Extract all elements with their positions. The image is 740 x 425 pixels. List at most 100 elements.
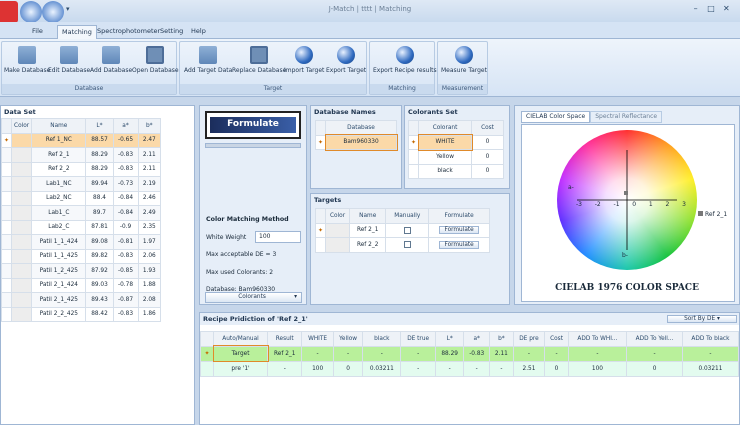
a-cell[interactable]: -0.81: [112, 234, 139, 250]
target-name[interactable]: Ref 2_2: [349, 237, 387, 253]
column-header[interactable]: Name: [349, 208, 387, 224]
recipe-cell[interactable]: -: [567, 345, 628, 362]
table-row[interactable]: black 0: [407, 163, 504, 179]
column-header[interactable]: b*: [489, 331, 514, 347]
column-header[interactable]: Result: [267, 331, 303, 347]
formulate-button[interactable]: Formulate: [439, 226, 479, 235]
recipe-cell[interactable]: 0.03211: [362, 360, 402, 377]
table-row[interactable]: ✦ Bam960330: [314, 134, 398, 151]
recipe-cell[interactable]: 100: [301, 360, 334, 377]
minimize-button[interactable]: –: [688, 2, 703, 16]
recipe-cell[interactable]: -: [332, 345, 364, 362]
table-row[interactable]: ✦ Ref 1_NC 88.57 -0.65 2.47: [0, 132, 162, 148]
column-header[interactable]: Colorant: [418, 120, 473, 136]
tab-setting[interactable]: Setting: [156, 25, 187, 39]
column-header[interactable]: Manually: [385, 208, 430, 224]
color-swatch[interactable]: [11, 306, 33, 322]
l-cell[interactable]: 89.08: [85, 234, 114, 250]
recipe-cell[interactable]: -: [267, 360, 303, 377]
measure-target-button[interactable]: Measure Target: [441, 46, 487, 74]
b-cell[interactable]: 2.35: [137, 219, 162, 235]
colorants-dropdown[interactable]: Colorants ▾: [205, 292, 302, 303]
recipe-cell[interactable]: 2.51: [512, 360, 546, 377]
recipe-cell[interactable]: 0.03211: [681, 360, 740, 377]
manually-checkbox[interactable]: [403, 241, 411, 249]
l-cell[interactable]: 89.82: [85, 248, 114, 264]
column-header[interactable]: ADD To black: [681, 331, 740, 347]
table-row[interactable]: Patil 2_2_425 88.42 -0.83 1.86: [0, 306, 162, 322]
name-cell[interactable]: Ref 2_2: [31, 161, 87, 177]
table-row[interactable]: Patil 1_2_425 87.92 -0.85 1.93: [0, 263, 162, 279]
color-swatch[interactable]: [11, 234, 33, 250]
b-cell[interactable]: 2.49: [137, 205, 162, 221]
b-cell[interactable]: 2.08: [137, 292, 162, 308]
column-header[interactable]: Color: [325, 208, 351, 224]
table-row[interactable]: Ref 2_1 88.29 -0.83 2.11: [0, 147, 162, 163]
column-header[interactable]: Cost: [471, 120, 504, 136]
maximize-button[interactable]: □: [703, 2, 718, 16]
recipe-cell[interactable]: 100: [567, 360, 628, 377]
recipe-cell[interactable]: 0: [332, 360, 364, 377]
a-cell[interactable]: -0.65: [112, 132, 139, 148]
l-cell[interactable]: 88.4: [85, 190, 114, 206]
b-cell[interactable]: 2.47: [137, 132, 162, 148]
color-swatch[interactable]: [11, 190, 33, 206]
column-header[interactable]: Database: [325, 120, 397, 136]
table-row[interactable]: Lab1_NC 89.94 -0.73 2.19: [0, 176, 162, 192]
b-cell[interactable]: 2.19: [137, 176, 162, 192]
column-header[interactable]: WHITE: [301, 331, 334, 347]
a-cell[interactable]: -0.73: [112, 176, 139, 192]
recipe-cell[interactable]: 88.29: [435, 345, 465, 362]
l-cell[interactable]: 88.29: [85, 147, 114, 163]
column-header[interactable]: a*: [112, 118, 139, 134]
recipe-cell[interactable]: pre '1': [213, 360, 269, 377]
a-cell[interactable]: -0.9: [112, 219, 139, 235]
name-cell[interactable]: Patil 1_2_425: [31, 263, 87, 279]
color-swatch[interactable]: [11, 292, 33, 308]
name-cell[interactable]: Ref 2_1: [31, 147, 87, 163]
l-cell[interactable]: 89.03: [85, 277, 114, 293]
l-cell[interactable]: 88.57: [85, 132, 114, 148]
l-cell[interactable]: 89.94: [85, 176, 114, 192]
color-swatch[interactable]: [11, 147, 33, 163]
column-header[interactable]: ADD To Yell...: [626, 331, 683, 347]
color-swatch[interactable]: [11, 248, 33, 264]
recipe-cell[interactable]: -: [400, 360, 437, 377]
recipe-cell[interactable]: -: [362, 345, 402, 362]
table-row[interactable]: ✦ Target Ref 2_1- - - -88.29 -0.83 2.11- - - - -: [199, 345, 740, 362]
import-target-button[interactable]: Import Target: [284, 46, 324, 74]
color-swatch[interactable]: [11, 132, 33, 148]
table-row[interactable]: Patil 1_1_425 89.82 -0.83 2.06: [0, 248, 162, 264]
recipe-cell[interactable]: 0: [626, 360, 683, 377]
a-cell[interactable]: -0.84: [112, 190, 139, 206]
a-cell[interactable]: -0.84: [112, 205, 139, 221]
recipe-cell[interactable]: Target: [212, 345, 269, 362]
color-swatch[interactable]: [11, 277, 33, 293]
column-header[interactable]: DE pre: [512, 331, 546, 347]
white-weight-input[interactable]: 100: [255, 231, 301, 243]
column-header[interactable]: Name: [31, 118, 87, 134]
recipe-cell[interactable]: 2.11: [489, 345, 514, 362]
b-cell[interactable]: 2.11: [137, 147, 162, 163]
tab-matching[interactable]: Matching: [57, 25, 97, 39]
open-database-button[interactable]: Open Database: [132, 46, 179, 74]
column-header[interactable]: b*: [137, 118, 162, 134]
table-row[interactable]: Ref 2_2 Formulate: [314, 237, 490, 253]
l-cell[interactable]: 89.7: [85, 205, 114, 221]
tab-spectral[interactable]: Spectral Reflectance: [590, 111, 663, 123]
a-cell[interactable]: -0.83: [112, 248, 139, 264]
recipe-cell[interactable]: Ref 2_1: [267, 345, 303, 362]
sort-dropdown[interactable]: Sort By DE ▾: [667, 315, 737, 323]
column-header[interactable]: Formulate: [428, 208, 490, 224]
edit-database-button[interactable]: Edit Database: [48, 46, 90, 74]
replace-database-button[interactable]: Replace Database: [232, 46, 286, 74]
l-cell[interactable]: 89.43: [85, 292, 114, 308]
b-cell[interactable]: 1.88: [137, 277, 162, 293]
column-header[interactable]: Yellow: [332, 331, 364, 347]
name-cell[interactable]: Patil 2_1_424: [31, 277, 87, 293]
b-cell[interactable]: 2.11: [137, 161, 162, 177]
name-cell[interactable]: Patil 2_2_425: [31, 306, 87, 322]
l-cell[interactable]: 88.42: [85, 306, 114, 322]
name-cell[interactable]: Patil 1_1_424: [31, 234, 87, 250]
recipe-cell[interactable]: 0: [544, 360, 569, 377]
